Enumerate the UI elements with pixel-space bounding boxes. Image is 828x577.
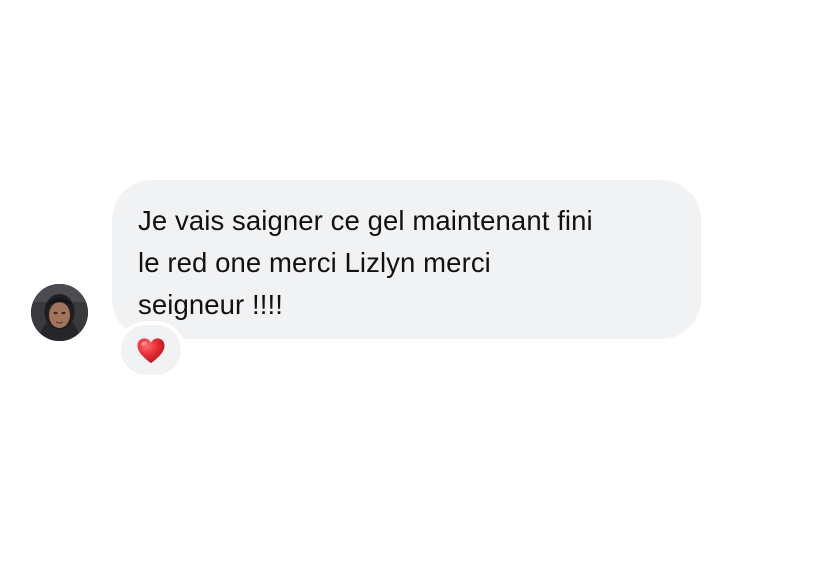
red-heart-icon xyxy=(137,337,165,363)
heart-reaction[interactable] xyxy=(121,325,181,375)
message-text: Je vais saigner ce gel maintenant fini l… xyxy=(138,205,593,320)
message-bubble[interactable]: Je vais saigner ce gel maintenant fini l… xyxy=(112,180,701,339)
sender-avatar[interactable] xyxy=(31,284,88,341)
profile-photo-icon xyxy=(31,284,88,341)
message-row: Je vais saigner ce gel maintenant fini l… xyxy=(0,0,828,577)
